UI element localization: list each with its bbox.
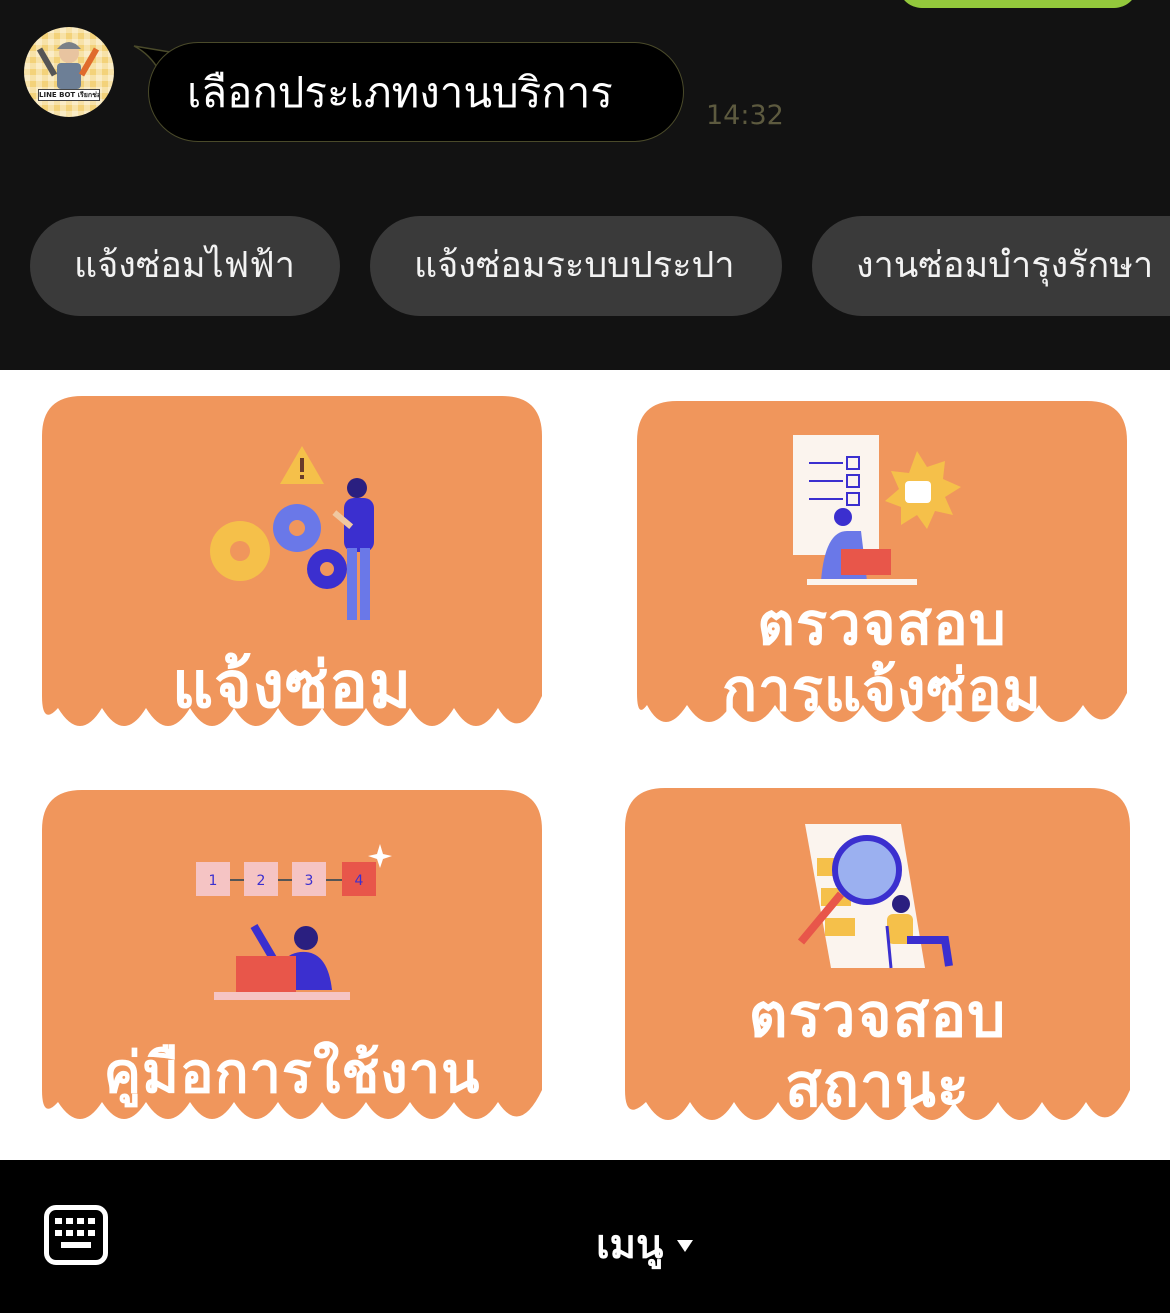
- step-2-label: 2: [257, 873, 266, 889]
- step-4-label: 4: [355, 873, 364, 889]
- bot-message-bubble: เลือกประเภทงานบริการ: [148, 42, 684, 142]
- rich-menu: แจ้งซ่อม ตรวจสอบ การแจ้งซ่อม 1 2 3 4 คู่…: [0, 370, 1170, 1160]
- menu-card-user-manual[interactable]: 1 2 3 4 คู่มือการใช้งาน: [42, 790, 542, 1136]
- card-title: คู่มือการใช้งาน: [103, 1041, 481, 1106]
- menu-card-check-report[interactable]: ตรวจสอบ การแจ้งซ่อม: [637, 401, 1127, 739]
- card-title-line2: การแจ้งซ่อม: [722, 656, 1042, 724]
- menu-toggle-button[interactable]: เมนู: [596, 1212, 694, 1276]
- card-title: แจ้งซ่อม: [171, 649, 413, 723]
- message-timestamp: 14:32: [706, 100, 784, 131]
- chat-area: LINE BOT เรียกช่อม เลือกประเภทงานบริการ …: [0, 0, 1170, 370]
- bot-avatar[interactable]: LINE BOT เรียกช่อม: [24, 27, 114, 117]
- bot-message-text: เลือกประเภทงานบริการ: [187, 68, 613, 117]
- menu-card-report-repair[interactable]: แจ้งซ่อม: [42, 396, 542, 744]
- caret-down-icon: [677, 1240, 694, 1252]
- step-3-label: 3: [305, 873, 314, 889]
- mechanic-icon: [36, 42, 100, 89]
- magnifier-status-illustration: [797, 824, 953, 969]
- checklist-thumbsup-illustration: [793, 435, 961, 585]
- avatar-label: LINE BOT เรียกช่อม: [38, 89, 100, 101]
- quick-reply-plumbing[interactable]: แจ้งซ่อมระบบประปา: [370, 216, 782, 316]
- keyboard-icon[interactable]: [44, 1205, 108, 1265]
- sent-message-bubble: [898, 0, 1138, 8]
- quick-reply-electric[interactable]: แจ้งซ่อมไฟฟ้า: [30, 216, 340, 316]
- menu-toggle-label: เมนู: [596, 1222, 664, 1268]
- laptop-user-illustration: 1 2 3 4: [196, 844, 392, 1000]
- quick-reply-maintenance[interactable]: งานซ่อมบำรุงรักษา: [812, 216, 1170, 316]
- quick-reply-bar: แจ้งซ่อมไฟฟ้า แจ้งซ่อมระบบประปา งานซ่อมบ…: [30, 216, 1170, 316]
- step-1-label: 1: [209, 873, 218, 889]
- menu-card-check-status[interactable]: ตรวจสอบ สถานะ: [625, 788, 1130, 1138]
- bottom-bar: เมนู: [0, 1160, 1170, 1313]
- steps-illustration: 1 2 3 4: [194, 840, 394, 1010]
- gears-worker-illustration: [210, 446, 374, 620]
- card-title-line2: สถานะ: [785, 1051, 970, 1121]
